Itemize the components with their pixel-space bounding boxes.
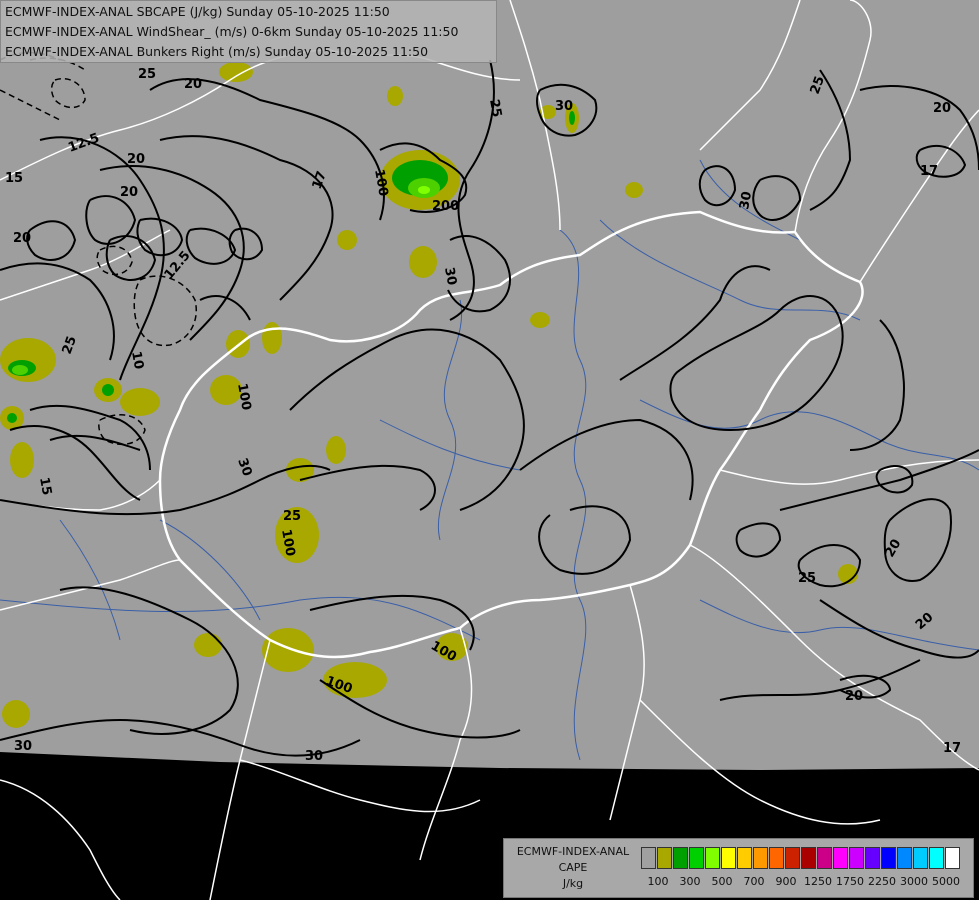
contour-label: 25 — [283, 509, 301, 524]
legend-swatch — [753, 847, 768, 869]
legend-tick-label: 1250 — [804, 875, 832, 888]
legend-swatch — [737, 847, 752, 869]
legend-tick-label: 500 — [711, 875, 733, 888]
contour-label: 30 — [14, 739, 32, 754]
legend-swatch — [641, 847, 656, 869]
contour-label: 20 — [13, 231, 31, 246]
legend-tick-label: 700 — [743, 875, 765, 888]
contour-label: 30 — [737, 190, 755, 210]
contour-label: 200 — [432, 199, 459, 214]
contour-label: 15 — [5, 171, 23, 186]
legend-swatch — [785, 847, 800, 869]
contour-label: 20 — [127, 152, 145, 167]
title-windshear: ECMWF-INDEX-ANAL WindShear_ (m/s) 0-6km … — [5, 24, 459, 39]
legend-tick-label: 900 — [775, 875, 797, 888]
contour-label: 17 — [943, 741, 961, 756]
legend-swatch — [929, 847, 944, 869]
legend-swatch — [817, 847, 832, 869]
cape-legend: ECMWF-INDEX-ANAL CAPE J/kg 100 300 500 700 9… — [503, 838, 974, 898]
title-bunkers: ECMWF-INDEX-ANAL Bunkers Right (m/s) Sun… — [5, 44, 429, 59]
contour-label: 20 — [184, 77, 202, 92]
legend-swatch — [897, 847, 912, 869]
legend-swatch — [705, 847, 720, 869]
legend-swatch — [849, 847, 864, 869]
contour-label: 25 — [138, 67, 156, 82]
legend-swatch — [833, 847, 848, 869]
legend-tick-label: 100 — [647, 875, 669, 888]
legend-swatch — [945, 847, 960, 869]
contour-label: 20 — [845, 689, 863, 704]
contour-label: 10 — [128, 350, 146, 370]
contour-label: 30 — [305, 749, 323, 764]
legend-tick-label: 2250 — [868, 875, 896, 888]
contour-label: 30 — [441, 266, 459, 286]
title-sbcape: ECMWF-INDEX-ANAL SBCAPE (J/kg) Sunday 05… — [5, 4, 390, 19]
legend-tick-label: 300 — [679, 875, 701, 888]
legend-swatch — [721, 847, 736, 869]
contour-label: 25 — [798, 571, 816, 586]
map-title-box: ECMWF-INDEX-ANAL SBCAPE (J/kg) Sunday 05… — [0, 0, 497, 63]
contour-label: 20 — [120, 185, 138, 200]
contour-label: 25 — [486, 98, 504, 118]
contour-label: 30 — [555, 99, 573, 114]
legend-title-variable: CAPE — [558, 861, 588, 874]
legend-title-model: ECMWF-INDEX-ANAL — [516, 845, 630, 858]
legend-tick-label: 3000 — [900, 875, 928, 888]
contour-label: 17 — [920, 164, 938, 179]
contour-label: 15 — [36, 476, 54, 496]
legend-swatch — [913, 847, 928, 869]
legend-swatch — [801, 847, 816, 869]
legend-swatch — [769, 847, 784, 869]
legend-tick-label: 1750 — [836, 875, 864, 888]
legend-title-unit: J/kg — [562, 877, 584, 890]
legend-tick-label: 5000 — [932, 875, 960, 888]
legend-swatch — [689, 847, 704, 869]
weather-map: 20 25 20 17 15 12.5 20 25 30 10 15 100 2… — [0, 0, 979, 900]
legend-swatch — [673, 847, 688, 869]
legend-swatch — [865, 847, 880, 869]
legend-swatch — [881, 847, 896, 869]
contour-label: 20 — [933, 101, 951, 116]
legend-swatch — [657, 847, 672, 869]
